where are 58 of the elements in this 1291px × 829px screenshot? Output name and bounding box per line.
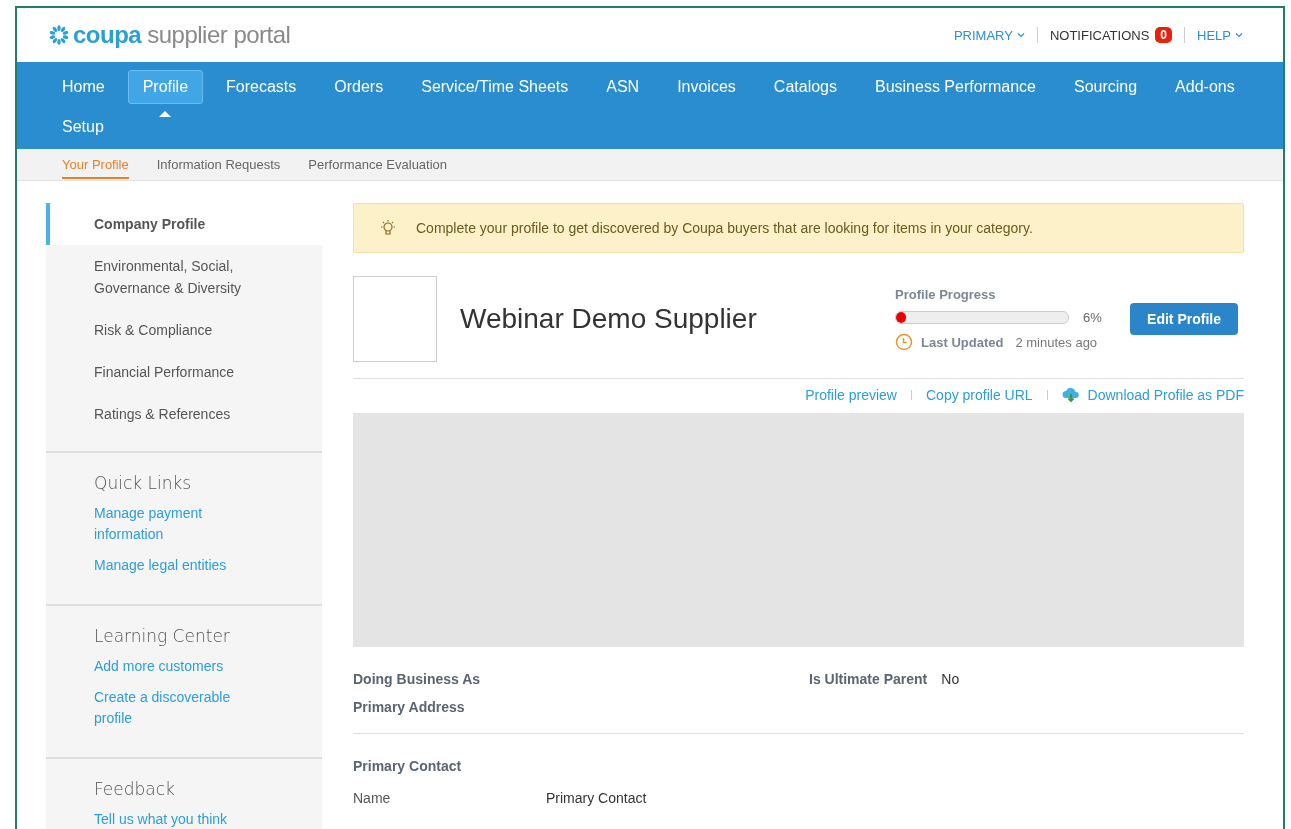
nav-tab[interactable]: ASN — [591, 70, 655, 104]
sidebar-link[interactable]: Add more customers — [94, 656, 252, 677]
nav-tab[interactable]: Business Performance — [860, 70, 1051, 104]
nav-tab[interactable]: Setup — [47, 110, 119, 144]
section-heading: Primary Contact — [353, 758, 463, 774]
field-label: Is Ultimate Parent — [809, 671, 928, 687]
nav-tab[interactable]: Service/Time Sheets — [406, 70, 584, 104]
edit-profile-button[interactable]: Edit Profile — [1130, 303, 1238, 335]
profile-link[interactable]: Download Profile as PDF — [1087, 387, 1244, 403]
section-title: Feedback — [94, 779, 176, 799]
nav-tab[interactable]: Orders — [319, 70, 399, 104]
sidebar-item[interactable]: Environmental, Social, Governance & Diversity — [46, 245, 322, 309]
logo-icon — [47, 24, 71, 46]
sidebar-link[interactable]: Create a discoverable profile — [94, 687, 252, 729]
subnav-tab[interactable]: Performance Evaluation — [308, 150, 448, 179]
notifications-link[interactable]: NOTIFICATIONS — [1049, 27, 1150, 43]
field-label: Primary Address — [353, 699, 465, 715]
top-menu-link[interactable]: HELP — [1197, 27, 1243, 43]
field-value: No — [941, 671, 960, 687]
banner-text: Complete your profile to get discovered by Coupa buyers that are looking for items in your category. — [416, 220, 1033, 236]
sidebar-link[interactable]: Tell us what you think — [94, 809, 252, 829]
sidebar-item[interactable]: Financial Performance — [46, 351, 322, 393]
sidebar-link[interactable]: Manage payment information — [94, 503, 252, 545]
profile-link[interactable]: Profile preview — [805, 387, 897, 403]
subnav-tab[interactable]: Information Requests — [156, 150, 281, 179]
nav-tab[interactable]: Sourcing — [1058, 70, 1153, 104]
sidebar-item[interactable]: Ratings & References — [46, 393, 322, 435]
company-name: Webinar Demo Supplier — [460, 303, 758, 335]
sidebar-item[interactable]: Risk & Compliance — [46, 309, 322, 351]
logo-product: supplier portal — [147, 21, 291, 49]
nav-tab[interactable]: Forecasts — [211, 70, 312, 104]
profile-link[interactable]: Copy profile URL — [926, 387, 1033, 403]
section-title: Quick Links — [94, 473, 193, 493]
notification-count-badge: 0 — [1155, 27, 1173, 43]
subnav-tab[interactable]: Your Profile — [62, 150, 129, 179]
nav-tab[interactable]: Catalogs — [758, 70, 852, 104]
progress-label: Profile Progress — [895, 287, 997, 302]
nav-tab[interactable]: Home — [47, 70, 120, 104]
lightbulb-icon — [378, 219, 398, 237]
logo-brand: coupa — [73, 21, 142, 49]
cloud-download-icon — [1061, 387, 1080, 403]
last-updated-time: 2 minutes ago — [1015, 334, 1098, 350]
nav-tab[interactable]: Profile — [127, 70, 204, 104]
section-title: Learning Center — [94, 626, 231, 646]
field-label: Doing Business As — [353, 671, 481, 687]
selected-tab-pointer — [159, 111, 172, 117]
last-updated-label: Last Updated — [921, 334, 1004, 350]
caret-icon — [1235, 32, 1243, 38]
top-menu-link[interactable]: PRIMARY — [953, 27, 1025, 43]
nav-tab[interactable]: Add-ons — [1160, 70, 1250, 104]
clock-icon — [895, 333, 914, 351]
field-value: Primary Contact — [546, 790, 647, 806]
progress-percent: 6% — [1083, 310, 1102, 325]
caret-icon — [1016, 32, 1025, 38]
field-label: Name — [353, 790, 392, 806]
sidebar-link[interactable]: Manage legal entities — [94, 555, 252, 576]
sidebar-item[interactable]: Company Profile — [46, 203, 322, 245]
nav-tab[interactable]: Invoices — [662, 70, 751, 104]
